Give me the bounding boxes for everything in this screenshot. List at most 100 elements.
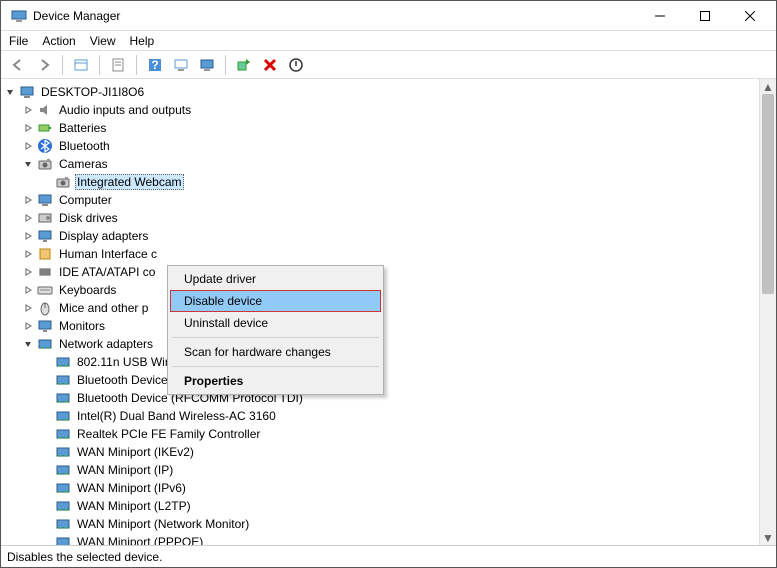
expand-toggle-icon[interactable] [23,141,37,151]
tree-category[interactable]: Human Interface c [1,245,759,263]
expand-toggle-icon[interactable] [23,267,37,277]
network-icon [55,498,71,514]
expand-toggle-icon[interactable] [23,303,37,313]
camera-icon [55,174,71,190]
tree-category[interactable]: Disk drives [1,209,759,227]
context-menu-item[interactable]: Update driver [170,268,381,290]
back-button[interactable] [7,54,29,76]
mouse-icon [37,300,53,316]
vertical-scrollbar[interactable]: ▲ ▼ [759,79,776,545]
title-bar: Device Manager [1,1,776,31]
tree-item-label: Network adapters [57,337,155,351]
expand-toggle-icon[interactable] [23,231,37,241]
tree-category[interactable]: Bluetooth [1,137,759,155]
scroll-up-arrow[interactable]: ▲ [760,79,776,94]
expand-toggle-icon[interactable] [23,213,37,223]
expand-toggle-icon[interactable] [23,339,37,349]
help-button[interactable]: ? [144,54,166,76]
tree-item-label: Realtek PCIe FE Family Controller [75,427,262,441]
tree-item-label: Display adapters [57,229,150,243]
tree-root[interactable]: DESKTOP-JI1I8O6 [1,83,759,101]
tree-item-label: Integrated Webcam [75,174,184,190]
expand-toggle-icon[interactable] [23,285,37,295]
network-icon [55,462,71,478]
computer-icon [37,192,53,208]
tree-item-label: WAN Miniport (L2TP) [75,499,193,513]
tree-category[interactable]: Batteries [1,119,759,137]
properties-button[interactable] [107,54,129,76]
camera-icon [37,156,53,172]
tree-category[interactable]: Computer [1,191,759,209]
tree-device[interactable]: WAN Miniport (IKEv2) [1,443,759,461]
forward-button[interactable] [33,54,55,76]
enable-button[interactable] [285,54,307,76]
network-icon [37,336,53,352]
tree-item-label: WAN Miniport (Network Monitor) [75,517,251,531]
expand-toggle-icon[interactable] [5,87,19,97]
tree-item-label: Batteries [57,121,108,135]
computer-root-icon [19,84,35,100]
tree-device[interactable]: Integrated Webcam [1,173,759,191]
tree-item-label: Keyboards [57,283,118,297]
tree-item-label: Audio inputs and outputs [57,103,193,117]
update-driver-button[interactable] [170,54,192,76]
network-icon [55,480,71,496]
scan-hardware-button[interactable] [233,54,255,76]
status-bar: Disables the selected device. [1,545,776,567]
display-icon [37,228,53,244]
uninstall-button[interactable] [259,54,281,76]
tree-device[interactable]: WAN Miniport (L2TP) [1,497,759,515]
tree-device[interactable]: WAN Miniport (PPPOE) [1,533,759,545]
tree-item-label: Monitors [57,319,107,333]
monitor-button[interactable] [196,54,218,76]
network-icon [55,372,71,388]
menu-file[interactable]: File [9,33,28,48]
show-hidden-button[interactable] [70,54,92,76]
monitor-icon [37,318,53,334]
tree-device[interactable]: Realtek PCIe FE Family Controller [1,425,759,443]
menu-help[interactable]: Help [130,33,155,48]
minimize-button[interactable] [637,1,682,30]
network-icon [55,408,71,424]
network-icon [55,390,71,406]
devmgr-icon [11,8,27,24]
tree-device[interactable]: Intel(R) Dual Band Wireless-AC 3160 [1,407,759,425]
expand-toggle-icon[interactable] [23,159,37,169]
menu-view[interactable]: View [90,33,116,48]
tree-device[interactable]: WAN Miniport (IPv6) [1,479,759,497]
expand-toggle-icon[interactable] [23,123,37,133]
tree-item-label: Mice and other p [57,301,150,315]
network-icon [55,534,71,545]
expand-toggle-icon[interactable] [23,321,37,331]
menu-bar: File Action View Help [1,31,776,51]
tree-item-label: WAN Miniport (IKEv2) [75,445,196,459]
window-controls [637,1,772,30]
tree-category[interactable]: Display adapters [1,227,759,245]
scroll-thumb[interactable] [762,94,774,294]
expand-toggle-icon[interactable] [23,195,37,205]
scroll-down-arrow[interactable]: ▼ [760,530,776,545]
menu-action[interactable]: Action [42,33,75,48]
tree-device[interactable]: WAN Miniport (IP) [1,461,759,479]
tree-device[interactable]: WAN Miniport (Network Monitor) [1,515,759,533]
toolbar: ? [1,51,776,79]
expand-toggle-icon[interactable] [23,105,37,115]
tree-item-label: IDE ATA/ATAPI co [57,265,157,279]
tree-category[interactable]: Cameras [1,155,759,173]
disk-icon [37,210,53,226]
context-menu-item[interactable]: Properties [170,370,381,392]
context-menu-item[interactable]: Scan for hardware changes [170,341,381,363]
tree-item-label: WAN Miniport (IP) [75,463,175,477]
context-menu-separator [172,337,379,338]
tree-item-label: WAN Miniport (IPv6) [75,481,188,495]
context-menu-item[interactable]: Uninstall device [170,312,381,334]
context-menu-item[interactable]: Disable device [170,290,381,312]
keyboard-icon [37,282,53,298]
close-button[interactable] [727,1,772,30]
tree-item-label: Intel(R) Dual Band Wireless-AC 3160 [75,409,278,423]
tree-item-label: Computer [57,193,114,207]
expand-toggle-icon[interactable] [23,249,37,259]
tree-category[interactable]: Audio inputs and outputs [1,101,759,119]
window-title: Device Manager [33,9,637,23]
maximize-button[interactable] [682,1,727,30]
